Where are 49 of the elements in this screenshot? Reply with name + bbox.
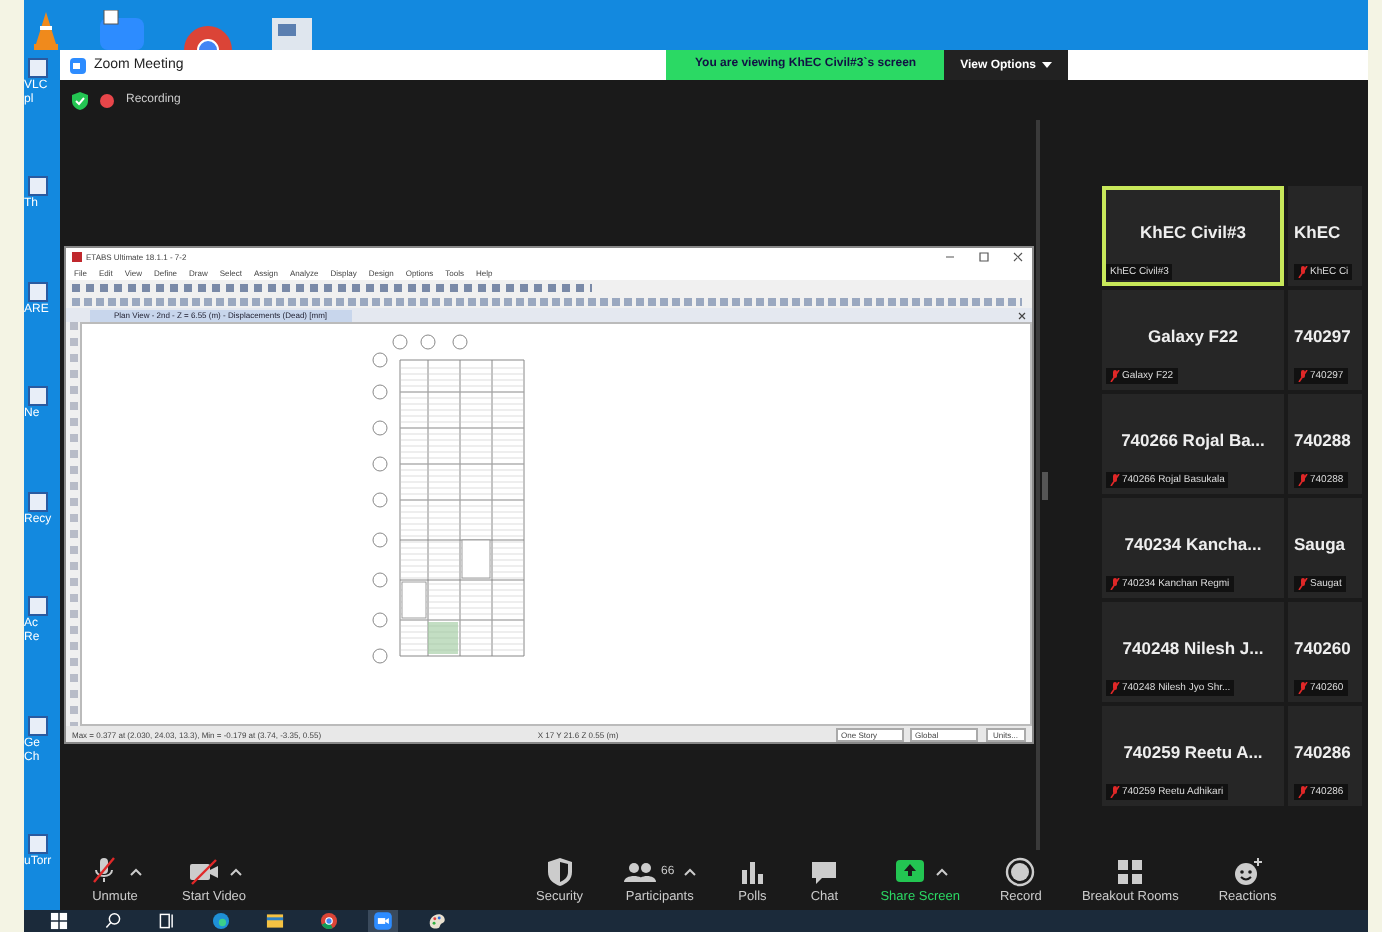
shortcut-icon[interactable]: [28, 281, 48, 302]
shield-icon[interactable]: [72, 91, 88, 109]
traffic-cone-icon[interactable]: [32, 10, 60, 50]
search-icon: [102, 910, 124, 932]
participant-name: Galaxy F22: [1148, 326, 1238, 346]
palette-icon: [426, 910, 448, 932]
caret-icon[interactable]: [935, 868, 948, 876]
folder-icon: [264, 910, 286, 932]
participant-name: 740286: [1294, 742, 1351, 762]
participant-name: KhEC: [1294, 222, 1341, 242]
recording-dot-icon: [100, 93, 114, 107]
participant-name: 740266 Rojal Ba...: [1121, 430, 1265, 450]
shortcut-icon[interactable]: [28, 491, 48, 512]
bar-chart-icon: [736, 856, 769, 888]
browser-icon: [210, 910, 232, 932]
shield-icon: [543, 856, 576, 888]
shortcut-icon[interactable]: [28, 386, 48, 407]
shortcut-icon[interactable]: [28, 715, 48, 736]
participant-name: 740297: [1294, 326, 1351, 346]
participant-name: Sauga: [1294, 534, 1346, 554]
window-controls-icon[interactable]: [946, 252, 1026, 262]
caret-icon[interactable]: [130, 868, 142, 876]
shortcut-icon[interactable]: [28, 176, 48, 197]
participant-name: KhEC Civil#3: [1140, 222, 1246, 242]
participant-name: 740260: [1294, 638, 1351, 658]
taskbar-app[interactable]: [368, 910, 398, 932]
task-view-icon: [156, 910, 178, 932]
grid-icon: [1114, 856, 1147, 888]
caret-icon[interactable]: [229, 868, 242, 876]
close-icon[interactable]: [1018, 311, 1026, 319]
resize-handle[interactable]: [1041, 471, 1047, 499]
speech-bubble-icon: [808, 856, 841, 888]
toolbar-icons-drawing[interactable]: [72, 280, 592, 294]
caret-icon: [1042, 61, 1052, 69]
participant-name: 740248 Nilesh J...: [1122, 638, 1264, 658]
app-logo-icon: [72, 252, 82, 262]
zoom-app-icon: [70, 57, 86, 73]
smiley-icon: [1231, 856, 1264, 888]
record-icon: [1004, 856, 1037, 888]
browser-icon: [318, 910, 340, 932]
shortcut-icon[interactable]: [28, 833, 48, 854]
caret-icon[interactable]: [684, 868, 697, 876]
shortcut-icon[interactable]: [28, 58, 48, 78]
windows-logo-icon: [48, 910, 70, 932]
shortcut-icon[interactable]: [28, 596, 48, 617]
participant-name: 740259 Reetu A...: [1123, 742, 1263, 762]
participant-name: 740234 Kancha...: [1124, 534, 1262, 554]
document-icon[interactable]: [272, 18, 312, 50]
participant-name: 740288: [1294, 430, 1351, 450]
